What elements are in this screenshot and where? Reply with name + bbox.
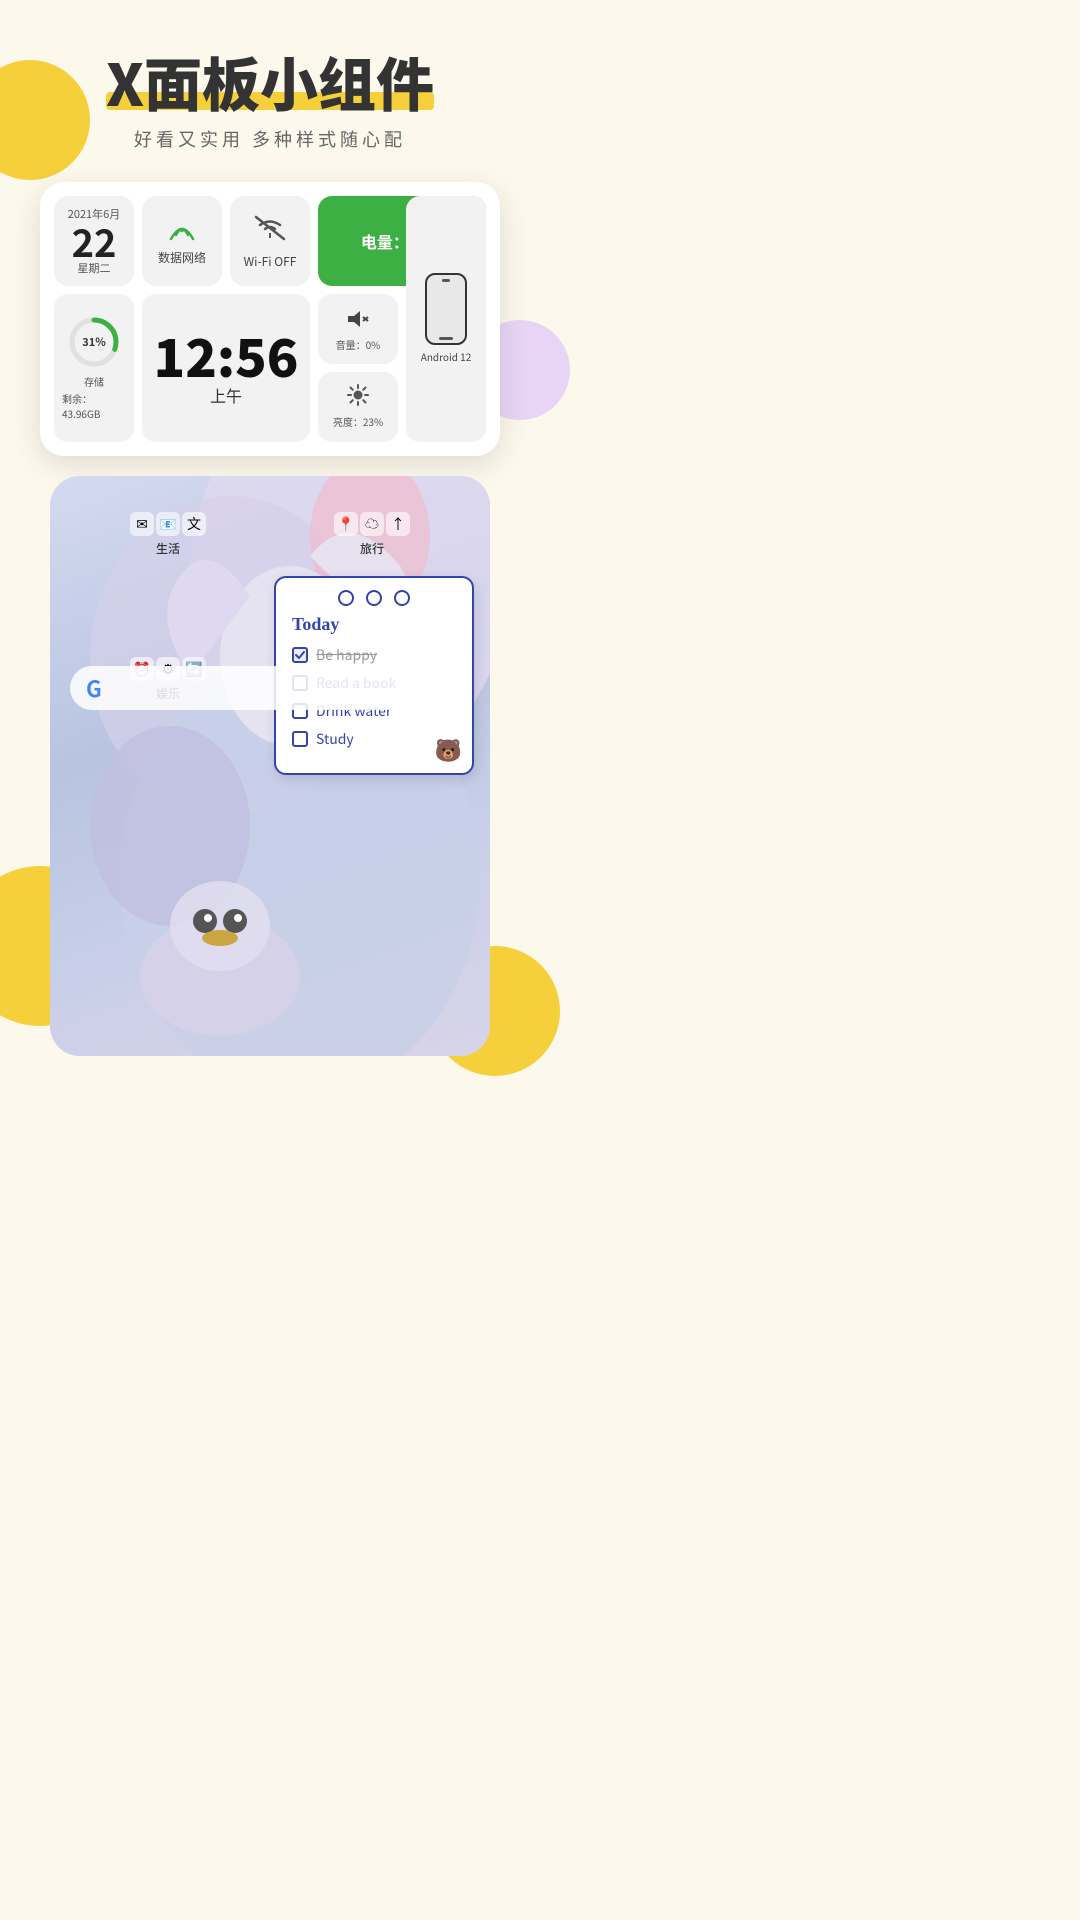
folder-icon-3: 文: [182, 512, 206, 536]
folder-life[interactable]: ✉ 📧 文 生活: [130, 512, 206, 557]
folder-icon-6: ↑: [386, 512, 410, 536]
wifi-icon: [252, 212, 288, 249]
folder-icon-1: ✉: [130, 512, 154, 536]
volume-cell[interactable]: 音量：0%: [318, 294, 398, 364]
storage-remaining: 剩余：43.96GB: [62, 391, 126, 421]
google-logo: G: [86, 672, 102, 704]
folder-travel-label: 旅行: [360, 540, 384, 557]
folder-icon-2: 📧: [156, 512, 180, 536]
todo-checkbox-4[interactable]: [292, 731, 308, 747]
phone-mockup-wrapper: ✉ 📧 文 生活 📍 ☁ ↑ 旅行: [50, 476, 490, 1056]
date-day: 22: [72, 222, 117, 260]
title-section: X面板小组件 好看又实用 多种样式随心配: [106, 50, 434, 152]
ring-3: [394, 590, 410, 606]
clock-ampm: 上午: [210, 383, 242, 407]
brightness-cell[interactable]: 亮度：23%: [318, 372, 398, 442]
brightness-icon: [347, 384, 369, 412]
google-search-bar[interactable]: G: [70, 666, 470, 710]
brightness-label: 亮度：23%: [333, 414, 383, 429]
folder-life-label: 生活: [156, 540, 180, 557]
bear-doodle: 🐻: [435, 733, 462, 765]
todo-item-1[interactable]: Be happy: [292, 645, 456, 665]
signal-icon: [164, 215, 200, 245]
clock-time: 12:56: [154, 329, 299, 381]
volume-icon: [346, 306, 370, 335]
notepad-title: Today: [292, 614, 456, 635]
folder-icon-5: ☁: [360, 512, 384, 536]
storage-percent: 31%: [82, 334, 106, 350]
storage-label: 存储: [84, 374, 104, 389]
date-cell: 2021年6月 22 星期二: [54, 196, 134, 286]
android-label: Android 12: [421, 349, 472, 364]
storage-ring: 31%: [66, 314, 122, 370]
app-title: X面板小组件: [106, 50, 434, 114]
app-subtitle: 好看又实用 多种样式随心配: [106, 126, 434, 152]
storage-cell: 31% 存储 剩余：43.96GB: [54, 294, 134, 442]
widget-card: 2021年6月 22 星期二 数据网络: [40, 182, 500, 456]
wifi-cell[interactable]: Wi-Fi OFF: [230, 196, 310, 286]
data-network-label: 数据网络: [158, 249, 206, 266]
todo-item-4[interactable]: Study: [292, 729, 456, 749]
folder-travel-icons: 📍 ☁ ↑: [334, 512, 410, 536]
date-weekday: 星期二: [78, 260, 111, 276]
wifi-label: Wi-Fi OFF: [244, 253, 297, 270]
folder-icon-4: 📍: [334, 512, 358, 536]
notepad-rings: [292, 590, 456, 606]
phone-mockup: ✉ 📧 文 生活 📍 ☁ ↑ 旅行: [50, 476, 490, 1056]
ring-1: [338, 590, 354, 606]
volume-label: 音量：0%: [336, 337, 381, 352]
todo-text-1: Be happy: [316, 645, 377, 665]
android-phone-cell: Android 12: [406, 196, 486, 442]
data-network-cell[interactable]: 数据网络: [142, 196, 222, 286]
ring-2: [366, 590, 382, 606]
app-row-1: ✉ 📧 文 生活 📍 ☁ ↑ 旅行: [66, 512, 474, 557]
phone-outline-icon: [425, 273, 467, 345]
todo-text-4: Study: [316, 729, 354, 749]
folder-life-icons: ✉ 📧 文: [130, 512, 206, 536]
folder-travel[interactable]: 📍 ☁ ↑ 旅行: [334, 512, 410, 557]
clock-cell: 12:56 上午: [142, 294, 310, 442]
todo-checkbox-1[interactable]: [292, 647, 308, 663]
phone-content: ✉ 📧 文 生活 📍 ☁ ↑ 旅行: [50, 476, 490, 730]
widget-grid: 2021年6月 22 星期二 数据网络: [54, 196, 486, 442]
